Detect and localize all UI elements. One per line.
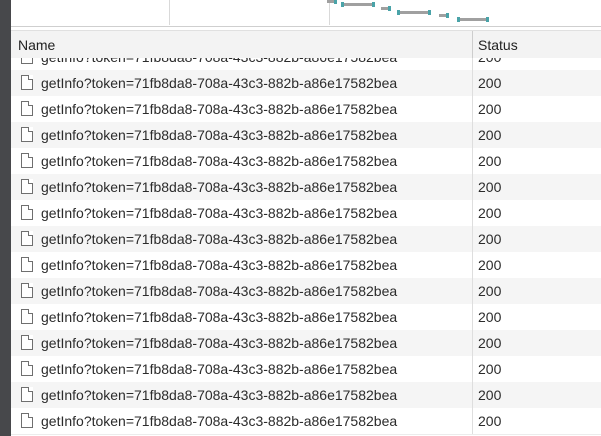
document-icon (21, 101, 33, 116)
request-status: 200 (478, 231, 502, 247)
request-name[interactable]: getInfo?token=71fb8da8-708a-43c3-882b-a8… (41, 231, 397, 247)
request-name[interactable]: getInfo?token=71fb8da8-708a-43c3-882b-a8… (41, 309, 397, 325)
column-separator (472, 148, 473, 174)
column-separator (472, 174, 473, 200)
request-name[interactable]: getInfo?token=71fb8da8-708a-43c3-882b-a8… (41, 75, 397, 91)
waterfall-bar (457, 17, 489, 22)
request-name[interactable]: getInfo?token=71fb8da8-708a-43c3-882b-a8… (41, 413, 397, 429)
column-resizer[interactable] (472, 31, 473, 58)
waterfall-bar (327, 0, 337, 4)
waterfall-overview[interactable] (11, 0, 601, 27)
document-icon (21, 257, 33, 272)
column-separator (472, 226, 473, 252)
column-header-status[interactable]: Status (478, 37, 518, 53)
request-name[interactable]: getInfo?token=71fb8da8-708a-43c3-882b-a8… (41, 153, 397, 169)
overview-divider (329, 0, 330, 25)
overview-divider (169, 0, 170, 25)
request-list[interactable]: getInfo?token=71fb8da8-708a-43c3-882b-a8… (11, 58, 601, 436)
request-status: 200 (478, 309, 502, 325)
document-icon (21, 58, 33, 64)
waterfall-bar (439, 13, 449, 18)
request-status: 200 (478, 179, 502, 195)
document-icon (21, 387, 33, 402)
document-icon (21, 283, 33, 298)
request-status: 200 (478, 387, 502, 403)
table-row[interactable]: getInfo?token=71fb8da8-708a-43c3-882b-a8… (11, 174, 601, 201)
document-icon (21, 413, 33, 428)
table-header: Name Status (11, 30, 601, 59)
column-separator (472, 356, 473, 382)
request-name[interactable]: getInfo?token=71fb8da8-708a-43c3-882b-a8… (41, 257, 397, 273)
request-status: 200 (478, 75, 502, 91)
table-row[interactable]: getInfo?token=71fb8da8-708a-43c3-882b-a8… (11, 356, 601, 383)
table-row[interactable]: getInfo?token=71fb8da8-708a-43c3-882b-a8… (11, 148, 601, 175)
request-name[interactable]: getInfo?token=71fb8da8-708a-43c3-882b-a8… (41, 127, 397, 143)
request-status: 200 (478, 153, 502, 169)
waterfall-bar (381, 6, 391, 11)
column-separator (472, 252, 473, 278)
document-icon (21, 75, 33, 90)
column-separator (472, 96, 473, 122)
column-separator (472, 382, 473, 408)
request-status: 200 (478, 101, 502, 117)
document-icon (21, 231, 33, 246)
document-icon (21, 205, 33, 220)
request-name[interactable]: getInfo?token=71fb8da8-708a-43c3-882b-a8… (41, 335, 397, 351)
document-icon (21, 361, 33, 376)
table-row[interactable]: getInfo?token=71fb8da8-708a-43c3-882b-a8… (11, 70, 601, 97)
request-status: 200 (478, 127, 502, 143)
document-icon (21, 335, 33, 350)
left-panel-edge (0, 0, 11, 436)
waterfall-bar (341, 2, 375, 7)
table-row[interactable]: getInfo?token=71fb8da8-708a-43c3-882b-a8… (11, 278, 601, 305)
request-name[interactable]: getInfo?token=71fb8da8-708a-43c3-882b-a8… (41, 387, 397, 403)
request-status: 200 (478, 335, 502, 351)
table-row[interactable]: getInfo?token=71fb8da8-708a-43c3-882b-a8… (11, 200, 601, 227)
table-row[interactable]: getInfo?token=71fb8da8-708a-43c3-882b-a8… (11, 382, 601, 409)
table-row[interactable]: getInfo?token=71fb8da8-708a-43c3-882b-a8… (11, 252, 601, 279)
document-icon (21, 153, 33, 168)
request-name[interactable]: getInfo?token=71fb8da8-708a-43c3-882b-a8… (41, 361, 397, 377)
request-name[interactable]: getInfo?token=71fb8da8-708a-43c3-882b-a8… (41, 179, 397, 195)
request-name[interactable]: getInfo?token=71fb8da8-708a-43c3-882b-a8… (41, 58, 397, 65)
column-header-name[interactable]: Name (18, 37, 55, 53)
column-separator (472, 408, 473, 434)
request-name[interactable]: getInfo?token=71fb8da8-708a-43c3-882b-a8… (41, 205, 397, 221)
column-separator (472, 122, 473, 148)
document-icon (21, 179, 33, 194)
request-status: 200 (478, 361, 502, 377)
request-name[interactable]: getInfo?token=71fb8da8-708a-43c3-882b-a8… (41, 283, 397, 299)
column-separator (472, 70, 473, 96)
request-name[interactable]: getInfo?token=71fb8da8-708a-43c3-882b-a8… (41, 101, 397, 117)
table-row[interactable]: getInfo?token=71fb8da8-708a-43c3-882b-a8… (11, 122, 601, 149)
request-status: 200 (478, 58, 501, 65)
table-row[interactable]: getInfo?token=71fb8da8-708a-43c3-882b-a8… (11, 96, 601, 123)
waterfall-bar (397, 10, 431, 15)
column-separator (472, 304, 473, 330)
document-icon (21, 309, 33, 324)
table-row[interactable]: getInfo?token=71fb8da8-708a-43c3-882b-a8… (11, 330, 601, 357)
request-status: 200 (478, 257, 502, 273)
table-row[interactable]: getInfo?token=71fb8da8-708a-43c3-882b-a8… (11, 226, 601, 253)
column-separator (472, 200, 473, 226)
column-separator (472, 58, 473, 70)
request-status: 200 (478, 205, 502, 221)
document-icon (21, 127, 33, 142)
column-separator (472, 278, 473, 304)
table-row[interactable]: getInfo?token=71fb8da8-708a-43c3-882b-a8… (11, 304, 601, 331)
table-row[interactable]: getInfo?token=71fb8da8-708a-43c3-882b-a8… (11, 408, 601, 435)
request-status: 200 (478, 283, 502, 299)
request-status: 200 (478, 413, 502, 429)
column-separator (472, 330, 473, 356)
